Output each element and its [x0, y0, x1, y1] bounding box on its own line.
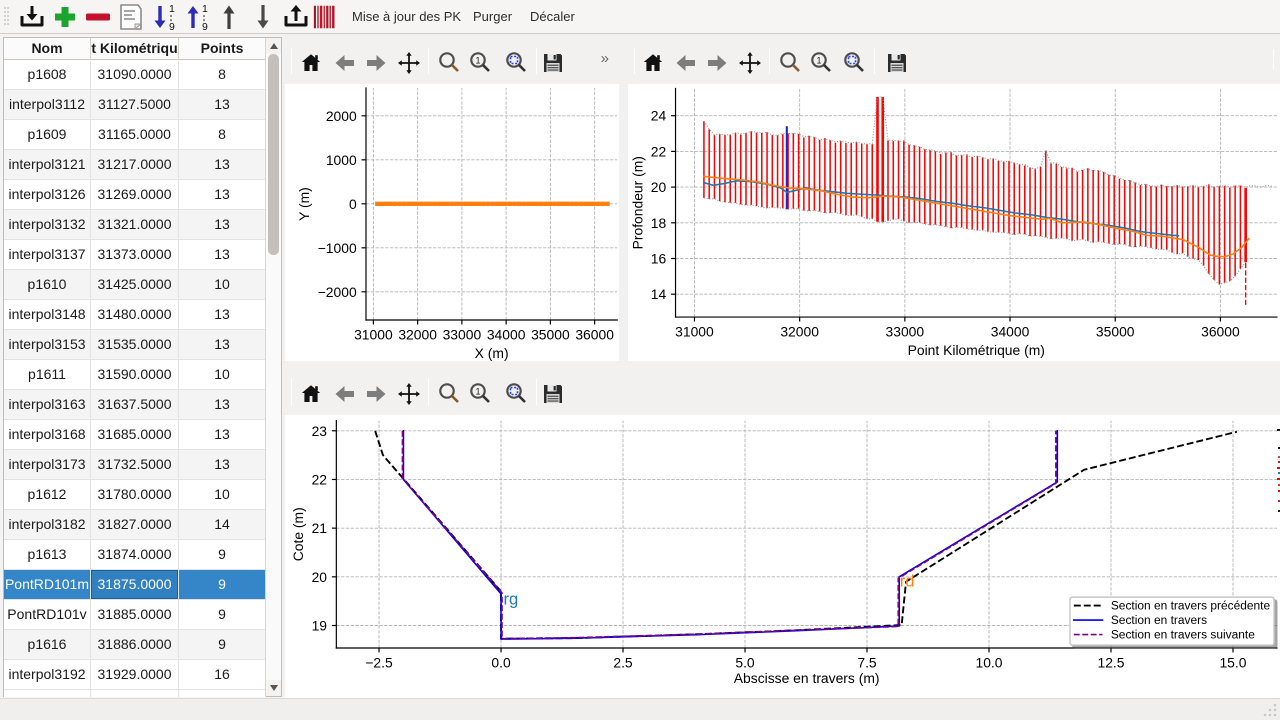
svg-text:10.0: 10.0	[975, 654, 1002, 670]
svg-text:33000: 33000	[443, 326, 482, 342]
svg-text:24: 24	[651, 108, 667, 124]
svg-text:Section en travers précédente: Section en travers précédente	[1111, 599, 1271, 613]
svg-text:35000: 35000	[531, 326, 570, 342]
svg-text:Abscisse en travers (m): Abscisse en travers (m)	[734, 670, 880, 686]
svg-text:16: 16	[651, 251, 667, 267]
svg-text:36000: 36000	[1201, 323, 1240, 339]
svg-text:−2.5: −2.5	[365, 654, 393, 670]
svg-text:32000: 32000	[780, 323, 819, 339]
svg-text:9: 9	[202, 21, 208, 32]
svg-text:33000: 33000	[886, 323, 925, 339]
svg-text:0.0: 0.0	[491, 654, 511, 670]
svg-text:1000: 1000	[326, 152, 357, 168]
svg-text:18: 18	[651, 215, 667, 231]
svg-text:1: 1	[475, 387, 480, 397]
svg-text:36000: 36000	[575, 326, 614, 342]
svg-text:5.0: 5.0	[735, 654, 755, 670]
svg-text:7.5: 7.5	[857, 654, 877, 670]
svg-text:19: 19	[312, 618, 328, 634]
svg-text:rd: rd	[900, 572, 915, 591]
svg-text:23: 23	[312, 423, 328, 439]
svg-text:22: 22	[651, 143, 667, 159]
svg-text:Point Kilométrique (m): Point Kilométrique (m)	[908, 342, 1045, 358]
svg-text:35000: 35000	[1096, 323, 1135, 339]
svg-text:0: 0	[349, 196, 357, 212]
svg-text:1: 1	[202, 3, 208, 15]
svg-text:2.5: 2.5	[613, 654, 633, 670]
svg-text:Cote (m): Cote (m)	[290, 507, 306, 561]
svg-text:−1000: −1000	[318, 240, 357, 256]
svg-text:rg: rg	[503, 590, 518, 609]
svg-text:31000: 31000	[675, 323, 714, 339]
svg-text:1: 1	[475, 56, 480, 66]
svg-text:34000: 34000	[991, 323, 1030, 339]
svg-text:Section en travers suivante: Section en travers suivante	[1111, 628, 1255, 642]
svg-text:15.0: 15.0	[1219, 654, 1246, 670]
svg-text:X (m): X (m)	[475, 345, 509, 361]
svg-text:2000: 2000	[326, 108, 357, 124]
svg-text:−2000: −2000	[318, 284, 357, 300]
svg-text:1: 1	[816, 56, 821, 66]
svg-text:21: 21	[312, 520, 328, 536]
svg-text:22: 22	[312, 471, 328, 487]
svg-text:12.5: 12.5	[1097, 654, 1124, 670]
svg-text:Profondeur (m): Profondeur (m)	[629, 156, 645, 249]
svg-text:Section en travers: Section en travers	[1111, 613, 1207, 627]
svg-text:Y (m): Y (m)	[296, 187, 312, 221]
svg-text:14: 14	[651, 286, 667, 302]
svg-text:32000: 32000	[398, 326, 437, 342]
svg-text:1: 1	[169, 3, 175, 15]
svg-text:20: 20	[651, 179, 667, 195]
svg-text:9: 9	[169, 21, 175, 32]
svg-text:31000: 31000	[354, 326, 393, 342]
svg-text:20: 20	[312, 569, 328, 585]
svg-text:34000: 34000	[487, 326, 526, 342]
